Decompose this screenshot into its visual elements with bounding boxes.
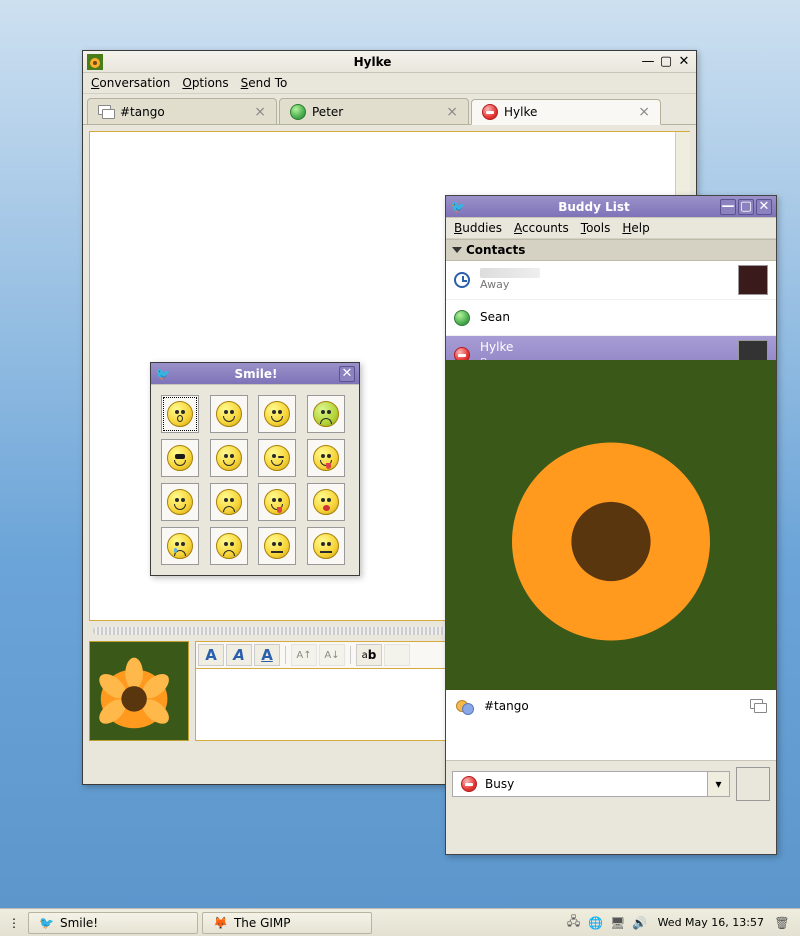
- status-selector-bar: Busy ▾: [446, 760, 776, 807]
- font-bg-button: [384, 644, 410, 666]
- status-available-icon: [290, 104, 306, 120]
- font-larger-button: A↑: [291, 644, 317, 666]
- tab-label: Peter: [312, 105, 343, 119]
- smiley-quiet[interactable]: [307, 527, 345, 565]
- smiley-tongue[interactable]: [307, 439, 345, 477]
- smile-title: Smile!: [175, 367, 337, 381]
- conversation-menubar: Conversation Options Send To: [83, 73, 696, 94]
- menu-sendto[interactable]: Send To: [241, 76, 288, 90]
- own-avatar-small[interactable]: [736, 767, 770, 801]
- smiley-grin[interactable]: [210, 439, 248, 477]
- status-busy-icon: [482, 104, 498, 120]
- taskbar-item-gimp[interactable]: 🦊 The GIMP: [202, 912, 372, 934]
- conversation-tabs: #tango ⨯ Peter ⨯ Hylke ⨯: [83, 94, 696, 125]
- smiley-unhappy[interactable]: [210, 527, 248, 565]
- smiley-sad[interactable]: [210, 483, 248, 521]
- tab-close-icon[interactable]: ⨯: [638, 104, 650, 120]
- tab-close-icon[interactable]: ⨯: [446, 104, 458, 120]
- pidgin-icon: 🐦: [155, 366, 171, 382]
- menu-options[interactable]: Options: [182, 76, 228, 90]
- gimp-icon: 🦊: [213, 916, 228, 930]
- font-normal-button[interactable]: A: [198, 644, 224, 666]
- clock[interactable]: Wed May 16, 13:57: [654, 916, 768, 929]
- tray-updates-icon[interactable]: 🌐: [588, 915, 604, 931]
- smiley-cry[interactable]: [161, 527, 199, 565]
- conversation-title: Hylke: [107, 55, 638, 69]
- tray-display-icon[interactable]: 🖥: [610, 915, 626, 931]
- smiley-smile[interactable]: [210, 395, 248, 433]
- smiley-neutral[interactable]: [258, 527, 296, 565]
- tab-label: #tango: [120, 105, 165, 119]
- font-italic-button[interactable]: A: [226, 644, 252, 666]
- tab-label: Hylke: [504, 105, 537, 119]
- smiley-cool[interactable]: [161, 439, 199, 477]
- chat-icon: [98, 105, 114, 119]
- taskbar-item-smile[interactable]: 🐦 Smile!: [28, 912, 198, 934]
- tray-volume-icon[interactable]: 🔊: [632, 915, 648, 931]
- font-smaller-button: A↓: [319, 644, 345, 666]
- pidgin-icon: 🐦: [39, 916, 54, 930]
- system-tray: 🖧 🌐 🖥 🔊 Wed May 16, 13:57 🗑: [560, 915, 796, 931]
- smiley-kiss[interactable]: [307, 483, 345, 521]
- smiley-tongue2[interactable]: [258, 483, 296, 521]
- tab-peter[interactable]: Peter ⨯: [279, 98, 469, 124]
- font-underline-button[interactable]: A: [254, 644, 280, 666]
- close-button[interactable]: ✕: [676, 54, 692, 70]
- smiley-angel[interactable]: [258, 395, 296, 433]
- tab-tango[interactable]: #tango ⨯: [87, 98, 277, 124]
- smiley-wink[interactable]: [258, 439, 296, 477]
- window-icon: [87, 54, 103, 70]
- tray-trash-icon[interactable]: 🗑: [774, 915, 790, 931]
- font-color-button[interactable]: ab: [356, 644, 382, 666]
- smiley-grid: [151, 385, 359, 575]
- smile-window: 🐦 Smile! ✕: [150, 362, 360, 576]
- tray-network-icon[interactable]: 🖧: [566, 915, 582, 931]
- smiley-surprised[interactable]: [161, 395, 199, 433]
- minimize-button[interactable]: —: [640, 54, 656, 70]
- menu-conversation[interactable]: Conversation: [91, 76, 170, 90]
- tab-close-icon[interactable]: ⨯: [254, 104, 266, 120]
- buddy-list-window: 🐦 Buddy List — ▢ ✕ Buddies Accounts Tool…: [445, 195, 777, 855]
- maximize-button[interactable]: ▢: [658, 54, 674, 70]
- tab-hylke[interactable]: Hylke ⨯: [471, 99, 661, 125]
- taskbar-label: Smile!: [60, 916, 98, 930]
- taskbar-separator: ⋮: [4, 912, 24, 934]
- smiley-sick[interactable]: [307, 395, 345, 433]
- smile-titlebar[interactable]: 🐦 Smile! ✕: [151, 363, 359, 385]
- taskbar: ⋮ 🐦 Smile! 🦊 The GIMP 🖧 🌐 🖥 🔊 Wed May 16…: [0, 908, 800, 936]
- conversation-titlebar[interactable]: Hylke — ▢ ✕: [83, 51, 696, 73]
- smiley-happy[interactable]: [161, 483, 199, 521]
- own-avatar: [89, 641, 189, 741]
- taskbar-label: The GIMP: [234, 916, 291, 930]
- close-button[interactable]: ✕: [339, 366, 355, 382]
